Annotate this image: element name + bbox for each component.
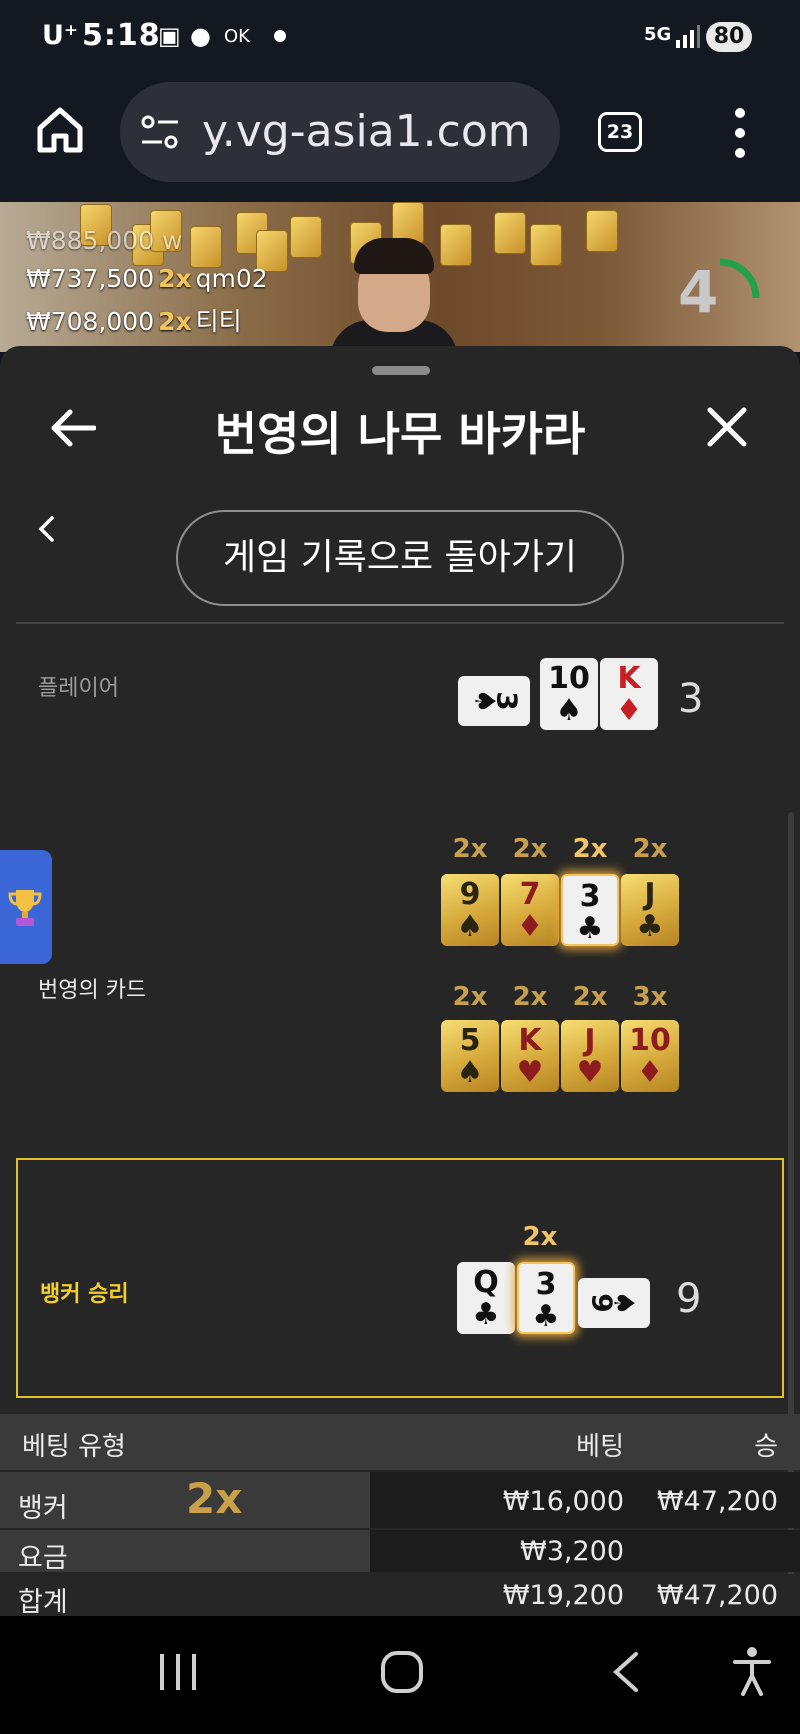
table-header: 베팅 유형 베팅 승 — [0, 1414, 800, 1470]
card-multiplier: 2x — [632, 834, 668, 864]
winner-row: ₩737,500 2x qm02 — [26, 264, 268, 293]
prosperity-card-highlighted: 3 ♣ — [561, 874, 619, 946]
recent-apps-icon — [160, 1654, 196, 1690]
ok-icon: OK — [224, 26, 250, 47]
card-multiplier: 2x — [452, 982, 488, 1012]
player-card-3: K ♦ — [600, 658, 658, 730]
card-multiplier: 2x — [452, 834, 488, 864]
history-back-button[interactable] — [36, 514, 56, 544]
back-chevron-icon — [613, 1652, 638, 1692]
col-bet: 베팅 — [576, 1432, 624, 1462]
winner-row: ₩708,000 2x 티티 — [26, 307, 242, 336]
card-multiplier: 2x — [512, 834, 548, 864]
player-card-1: ♠3 — [458, 676, 530, 726]
chevron-left-icon — [38, 516, 54, 542]
accessibility-icon — [733, 1647, 771, 1696]
status-bar: U⁺ 5:18 ▣ ● OK 5G 80 — [0, 0, 800, 76]
site-settings-icon[interactable] — [140, 114, 180, 150]
record-icon: ● — [190, 22, 211, 50]
home-icon — [37, 107, 83, 153]
clock: 5:18 — [82, 18, 161, 53]
banker-card-2: 3 ♣ — [517, 1262, 575, 1334]
card-multiplier: 3x — [632, 982, 668, 1012]
prosperity-card: 10 ♦ — [621, 1020, 679, 1092]
countdown-timer: 4 — [678, 258, 719, 326]
drag-handle[interactable] — [372, 366, 430, 375]
game-detail-sheet: 번영의 나무 바카라 게임 기록으로 돌아가기 플레이어 ♠3 10 ♠ K ♦ 3… — [0, 346, 800, 1616]
bet-amount: ₩3,200 — [520, 1536, 624, 1567]
close-button[interactable] — [706, 406, 748, 448]
signal-icon — [674, 24, 700, 52]
banker-card-3: 9♠ — [578, 1278, 650, 1328]
address-bar[interactable]: y.vg-asia1.com — [120, 82, 560, 182]
accessibility-button[interactable] — [732, 1646, 772, 1700]
win-amount: ₩47,200 — [656, 1580, 778, 1611]
prosperity-card: J ♣ — [621, 874, 679, 946]
bet-type: 요금 — [18, 1543, 68, 1574]
home-circle-icon — [381, 1651, 423, 1693]
sheet-title: 번영의 나무 바카라 — [214, 407, 586, 461]
col-bet-type: 베팅 유형 — [22, 1432, 126, 1462]
winner-row: ₩885,000 w — [26, 226, 183, 255]
win-amount: ₩47,200 — [656, 1486, 778, 1517]
card-multiplier: 2x — [522, 1222, 558, 1252]
browser-menu-button[interactable] — [730, 108, 750, 158]
player-label: 플레이어 — [38, 676, 119, 701]
player-card-2: 10 ♠ — [540, 658, 598, 730]
system-nav-bar — [0, 1616, 800, 1734]
network-5g-icon: 5G — [644, 24, 672, 45]
battery-indicator: 80 — [706, 22, 752, 52]
bet-amount: ₩16,000 — [502, 1486, 624, 1517]
divider — [16, 622, 784, 624]
back-nav-button[interactable] — [610, 1650, 640, 1698]
col-win: 승 — [754, 1432, 778, 1462]
trophy-icon — [8, 890, 42, 926]
table-row-total: 합계 ₩19,200 ₩47,200 — [0, 1574, 800, 1616]
recent-apps-button[interactable] — [156, 1652, 200, 1696]
bet-type: 합계 — [18, 1587, 68, 1616]
banker-score: 9 — [676, 1276, 702, 1322]
bet-amount: ₩19,200 — [502, 1580, 624, 1611]
banker-card-1: Q ♣ — [457, 1262, 515, 1334]
card-multiplier: 2x — [572, 834, 608, 864]
table-row: 뱅커 2x ₩16,000 ₩47,200 — [0, 1472, 800, 1528]
prosperity-label: 번영의 카드 — [38, 978, 147, 1003]
screen-capture-icon: ▣ — [158, 22, 181, 50]
leaderboard-tab[interactable] — [0, 850, 52, 964]
table-row: 요금 ₩3,200 — [0, 1530, 800, 1574]
tab-switcher-button[interactable]: 23 — [598, 112, 642, 152]
prosperity-card: K ♥ — [501, 1020, 559, 1092]
banker-win-label: 뱅커 승리 — [40, 1282, 129, 1307]
prosperity-card: 9 ♠ — [441, 874, 499, 946]
back-to-history-button[interactable]: 게임 기록으로 돌아가기 — [176, 510, 624, 606]
prosperity-card: 7 ♦ — [501, 874, 559, 946]
card-multiplier: 2x — [572, 982, 608, 1012]
browser-toolbar: y.vg-asia1.com 23 — [0, 76, 800, 202]
prosperity-card: 5 ♠ — [441, 1020, 499, 1092]
bet-type: 뱅커 — [18, 1493, 68, 1524]
notification-dot — [274, 30, 286, 42]
prosperity-card: J ♥ — [561, 1020, 619, 1092]
url-text: y.vg-asia1.com — [202, 106, 531, 157]
home-nav-button[interactable] — [380, 1650, 424, 1698]
bet-multiplier: 2x — [186, 1474, 243, 1523]
close-icon — [707, 407, 747, 447]
player-score: 3 — [678, 676, 704, 722]
carrier-label: U⁺ — [42, 20, 79, 51]
home-button[interactable] — [34, 104, 86, 156]
banker-win-panel — [16, 1158, 784, 1398]
card-multiplier: 2x — [512, 982, 548, 1012]
